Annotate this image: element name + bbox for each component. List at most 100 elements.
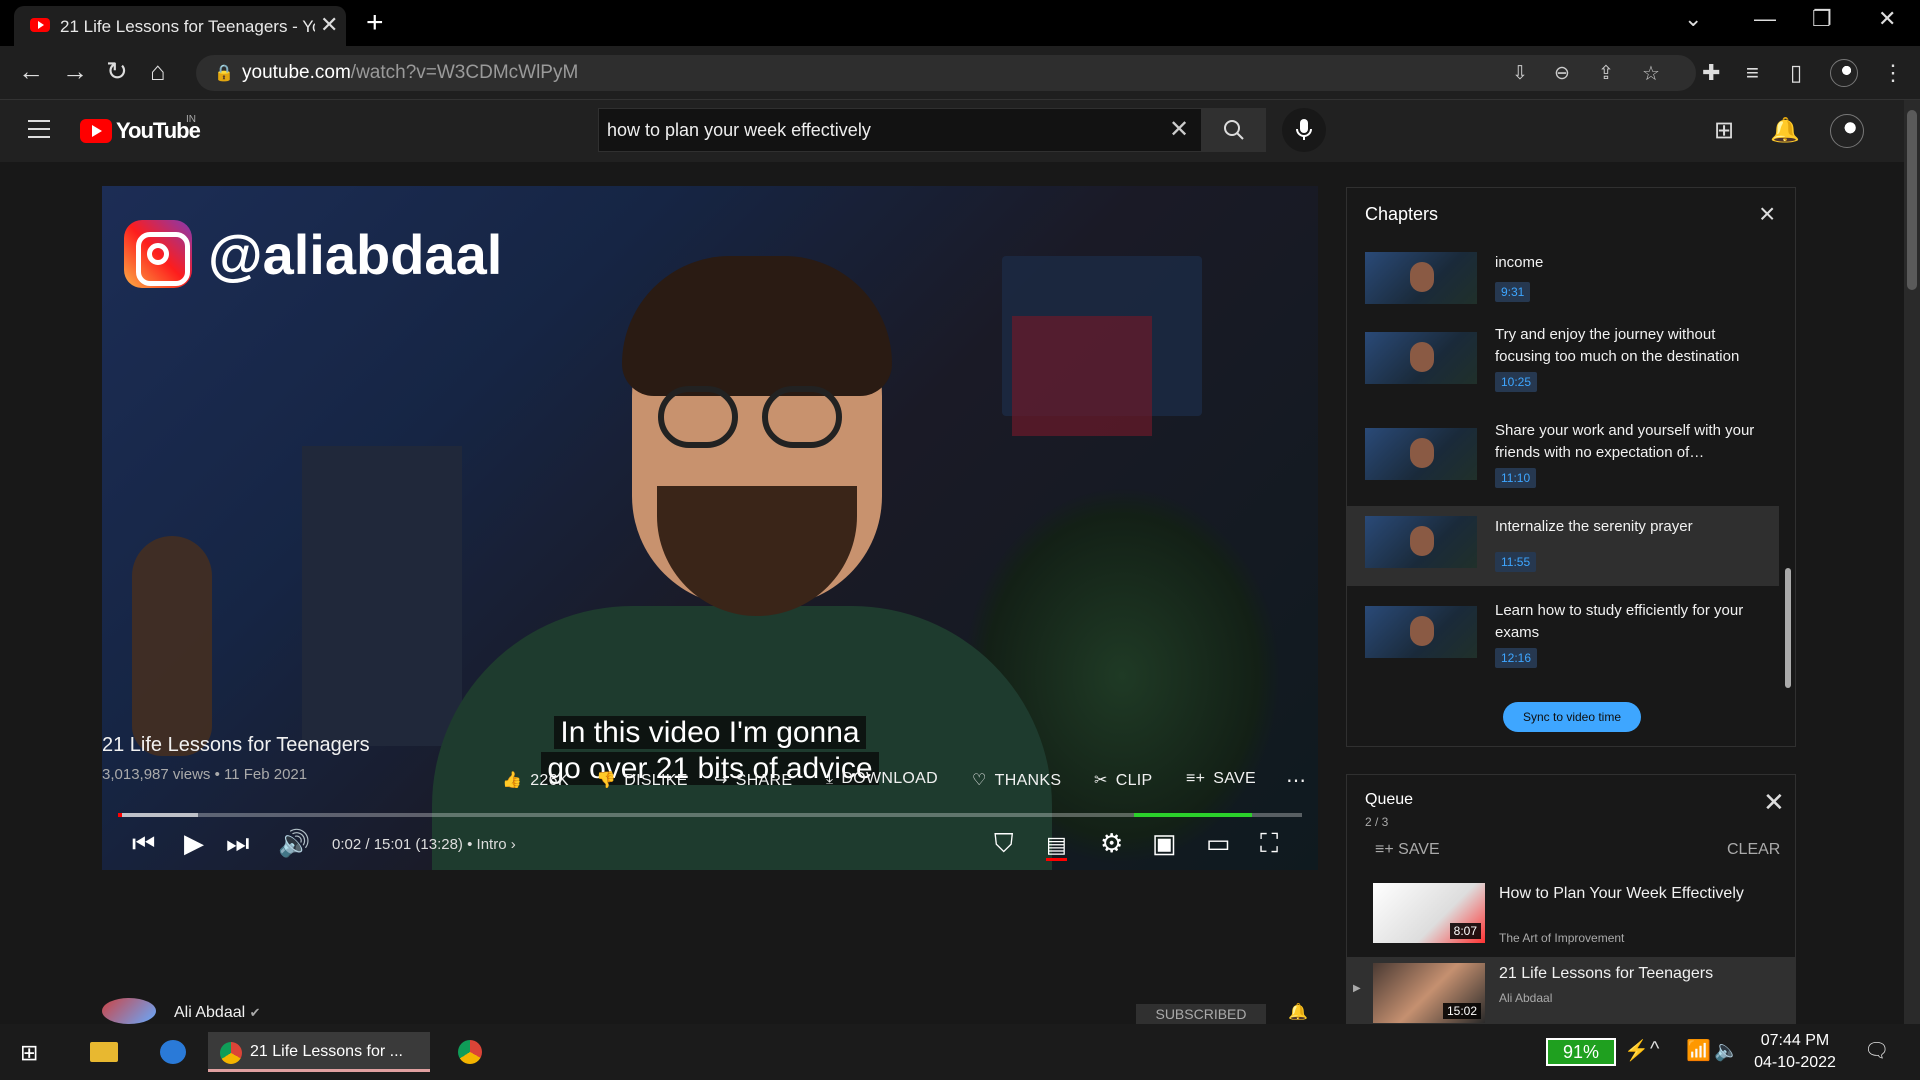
channel-name[interactable]: Ali Abdaal ✔	[174, 1004, 261, 1022]
taskbar-chrome-active-window[interactable]: 21 Life Lessons for ...	[208, 1032, 430, 1072]
download-button[interactable]: ⤓ DOWNLOAD	[826, 770, 938, 788]
chrome-secondary-icon[interactable]	[446, 1032, 494, 1072]
queue-save-button[interactable]: ≡+ SAVE	[1375, 841, 1440, 859]
create-video-icon[interactable]: ⊞	[1714, 116, 1734, 145]
url-text[interactable]: youtube.com/watch?v=W3CDMcWlPyM	[242, 62, 578, 84]
chapter-item[interactable]: Try and enjoy the journey without focusi…	[1347, 320, 1779, 398]
subscribed-button[interactable]: SUBSCRIBED	[1136, 1004, 1266, 1024]
youtube-header: YouTube IN how to plan your week effecti…	[0, 100, 1904, 162]
page-scrollbar-thumb[interactable]	[1907, 110, 1917, 290]
page-scrollbar[interactable]	[1904, 100, 1920, 1024]
media-control-icon[interactable]: ≡	[1746, 60, 1759, 86]
clear-search-icon[interactable]: ✕	[1169, 115, 1189, 144]
notifications-bell-icon[interactable]: 🔔	[1770, 116, 1800, 145]
chapters-close-icon[interactable]: ×	[1759, 198, 1775, 230]
chapter-item[interactable]: Learn how to study efficiently for your …	[1347, 596, 1779, 674]
progress-buffered	[118, 813, 198, 817]
queue-thumbnail: 8:07	[1373, 883, 1485, 943]
save-button[interactable]: ≡+ SAVE	[1186, 770, 1256, 788]
queue-item[interactable]: 8:07 How to Plan Your Week Effectively T…	[1347, 877, 1795, 947]
duration-badge: 8:07	[1449, 923, 1481, 939]
chapter-item-active[interactable]: Internalize the serenity prayer 11:55	[1347, 506, 1779, 586]
forward-arrow-icon[interactable]: →	[62, 56, 88, 87]
taskbar-clock[interactable]: 07:44 PM 04-10-2022	[1740, 1030, 1850, 1074]
account-avatar[interactable]	[1830, 114, 1864, 148]
previous-video-icon[interactable]: ⏮	[132, 828, 155, 860]
file-explorer-icon[interactable]	[80, 1032, 128, 1072]
chapter-thumbnail	[1365, 606, 1477, 658]
now-playing-icon: ▶	[1353, 983, 1361, 994]
bookmark-star-icon[interactable]: ☆	[1642, 61, 1660, 86]
reload-icon[interactable]: ↻	[106, 56, 128, 87]
sync-to-video-time-button[interactable]: Sync to video time	[1503, 702, 1641, 732]
share-button[interactable]: ↪ SHARE	[714, 770, 792, 790]
queue-thumbnail: 15:02	[1373, 963, 1485, 1023]
lock-icon[interactable]: 🔒	[214, 63, 234, 83]
progress-bar[interactable]	[118, 813, 1302, 817]
dislike-button[interactable]: 👎 DISLIKE	[596, 770, 688, 790]
notification-bell-icon[interactable]: 🔔	[1288, 1002, 1308, 1022]
current-chapter-label[interactable]: Intro	[477, 836, 507, 853]
tab-search-chevron-icon[interactable]: ⌄	[1684, 6, 1702, 32]
extensions-puzzle-icon[interactable]: ✚	[1702, 60, 1720, 86]
wifi-icon[interactable]: 📶	[1686, 1038, 1711, 1063]
like-button[interactable]: 👍 226K	[502, 770, 569, 790]
zoom-icon[interactable]: ⊖	[1554, 62, 1570, 85]
search-button[interactable]	[1202, 108, 1266, 152]
chapter-item[interactable]: income 9:31	[1347, 246, 1779, 324]
battery-indicator[interactable]: 91%	[1546, 1038, 1616, 1066]
windows-taskbar: ⊞ 21 Life Lessons for ... 91% ⚡ ^ 📶 🔈 07…	[0, 1024, 1920, 1080]
outlook-icon[interactable]	[148, 1032, 196, 1072]
chapters-scrollbar[interactable]	[1785, 568, 1791, 688]
side-panel-icon[interactable]: ▯	[1790, 60, 1802, 86]
country-code: IN	[186, 114, 196, 125]
channel-avatar[interactable]	[102, 998, 156, 1024]
volume-icon[interactable]: 🔊	[278, 828, 310, 859]
queue-header: Queue	[1365, 791, 1414, 808]
browser-profile-avatar[interactable]	[1830, 59, 1858, 87]
minimize-button[interactable]: —	[1754, 6, 1776, 32]
install-app-icon[interactable]: ⇩	[1512, 62, 1528, 85]
more-actions-icon[interactable]: ⋯	[1286, 768, 1306, 793]
queue-item-active[interactable]: ▶ 15:02 21 Life Lessons for Teenagers Al…	[1347, 957, 1795, 1027]
volume-tray-icon[interactable]: 🔈	[1714, 1038, 1739, 1063]
youtube-logo-icon[interactable]	[80, 119, 112, 143]
instagram-handle-overlay: @aliabdaal	[208, 223, 503, 286]
browser-tab-active[interactable]: 21 Life Lessons for Teenagers - YouTube …	[14, 6, 346, 46]
clip-button[interactable]: ✂ CLIP	[1094, 770, 1153, 790]
browser-menu-icon[interactable]: ⋮	[1882, 60, 1904, 86]
miniplayer-icon[interactable]: ▣	[1152, 828, 1177, 859]
ad-blocker-shield-icon[interactable]: ⛉	[994, 828, 1014, 860]
queue-item-channel: The Art of Improvement	[1499, 931, 1625, 945]
restore-button[interactable]: ❐	[1812, 6, 1832, 32]
thanks-button[interactable]: ♡ THANKS	[972, 770, 1061, 790]
search-query[interactable]: how to plan your week effectively	[607, 120, 871, 141]
search-input[interactable]: how to plan your week effectively ✕	[598, 108, 1202, 152]
subtitles-icon[interactable]: ▤	[1046, 832, 1067, 861]
theater-mode-icon[interactable]: ▭	[1206, 828, 1231, 859]
tab-close-icon[interactable]: ✕	[320, 12, 338, 38]
next-video-icon[interactable]: ⏭	[226, 828, 249, 860]
share-page-icon[interactable]: ⇪	[1598, 62, 1614, 85]
fullscreen-icon[interactable]: ⛶	[1260, 828, 1278, 860]
address-bar[interactable]: 🔒 youtube.com/watch?v=W3CDMcWlPyM ⇩ ⊖ ⇪ …	[196, 55, 1696, 91]
voice-search-button[interactable]	[1282, 108, 1326, 152]
new-tab-button[interactable]: +	[366, 6, 384, 40]
video-title: 21 Life Lessons for Teenagers	[102, 734, 370, 756]
chapter-thumbnail	[1365, 428, 1477, 480]
chapter-item[interactable]: Share your work and yourself with your f…	[1347, 416, 1779, 494]
play-icon[interactable]: ▶	[184, 828, 204, 859]
settings-gear-icon[interactable]: ⚙	[1100, 828, 1123, 859]
hamburger-menu-icon[interactable]	[28, 120, 50, 144]
queue-clear-button[interactable]: CLEAR	[1727, 841, 1780, 859]
browser-toolbar: ← → ↻ ⌂ 🔒 youtube.com/watch?v=W3CDMcWlPy…	[0, 46, 1920, 100]
chapters-header: Chapters	[1365, 204, 1439, 224]
queue-close-icon[interactable]: ✕	[1763, 787, 1785, 818]
notification-center-icon[interactable]: 🗨	[1864, 1038, 1889, 1063]
windows-start-icon[interactable]: ⊞	[20, 1040, 38, 1066]
show-hidden-icons-chevron-icon[interactable]: ^	[1650, 1038, 1659, 1061]
window-close-button[interactable]: ✕	[1878, 6, 1896, 32]
back-arrow-icon[interactable]: ←	[18, 56, 44, 87]
home-icon[interactable]: ⌂	[150, 56, 166, 87]
microphone-icon	[1296, 119, 1312, 140]
